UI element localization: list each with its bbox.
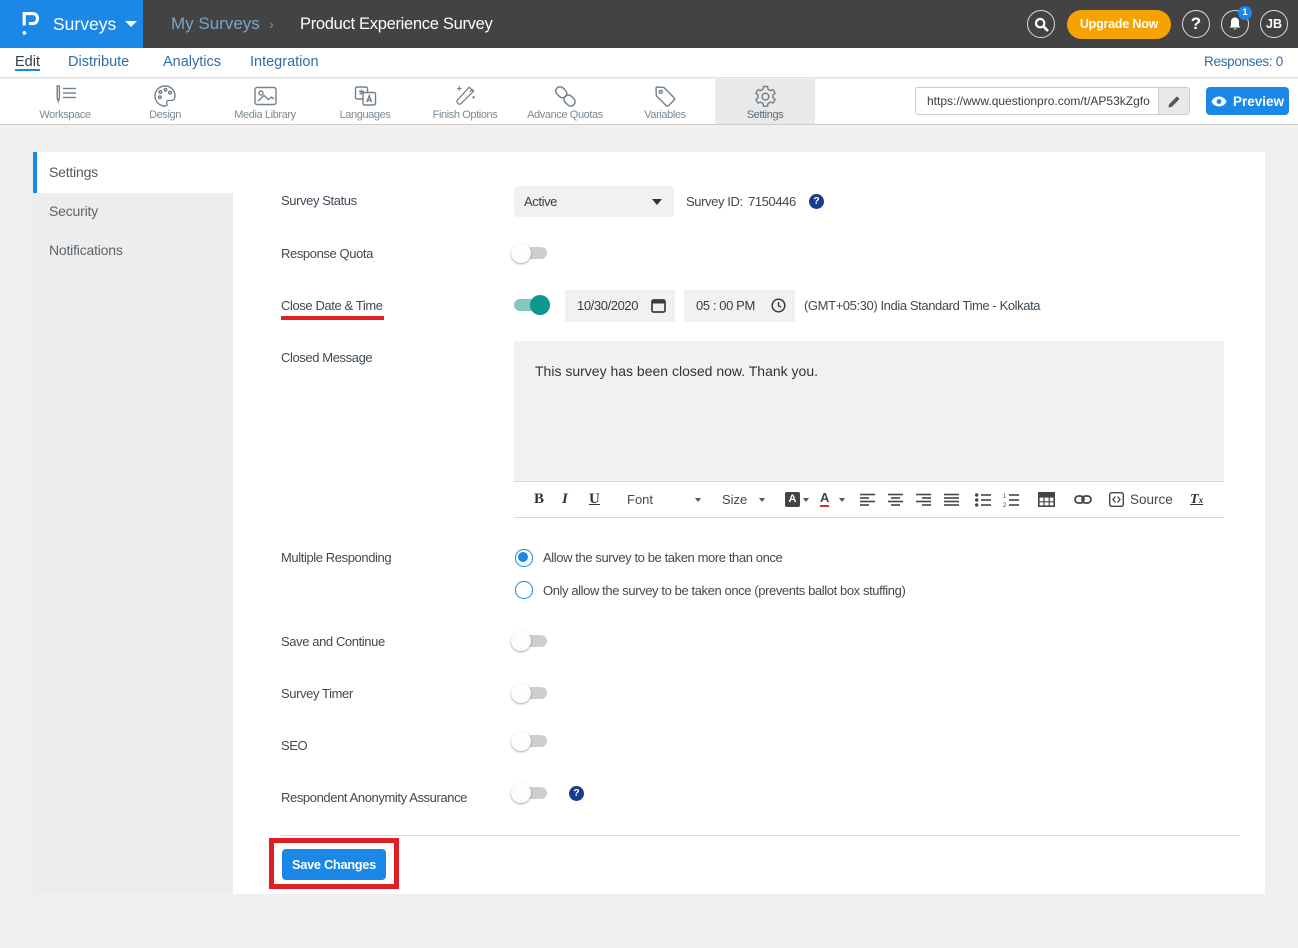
svg-text:1: 1 — [1003, 494, 1007, 500]
svg-text:2: 2 — [1003, 503, 1007, 507]
